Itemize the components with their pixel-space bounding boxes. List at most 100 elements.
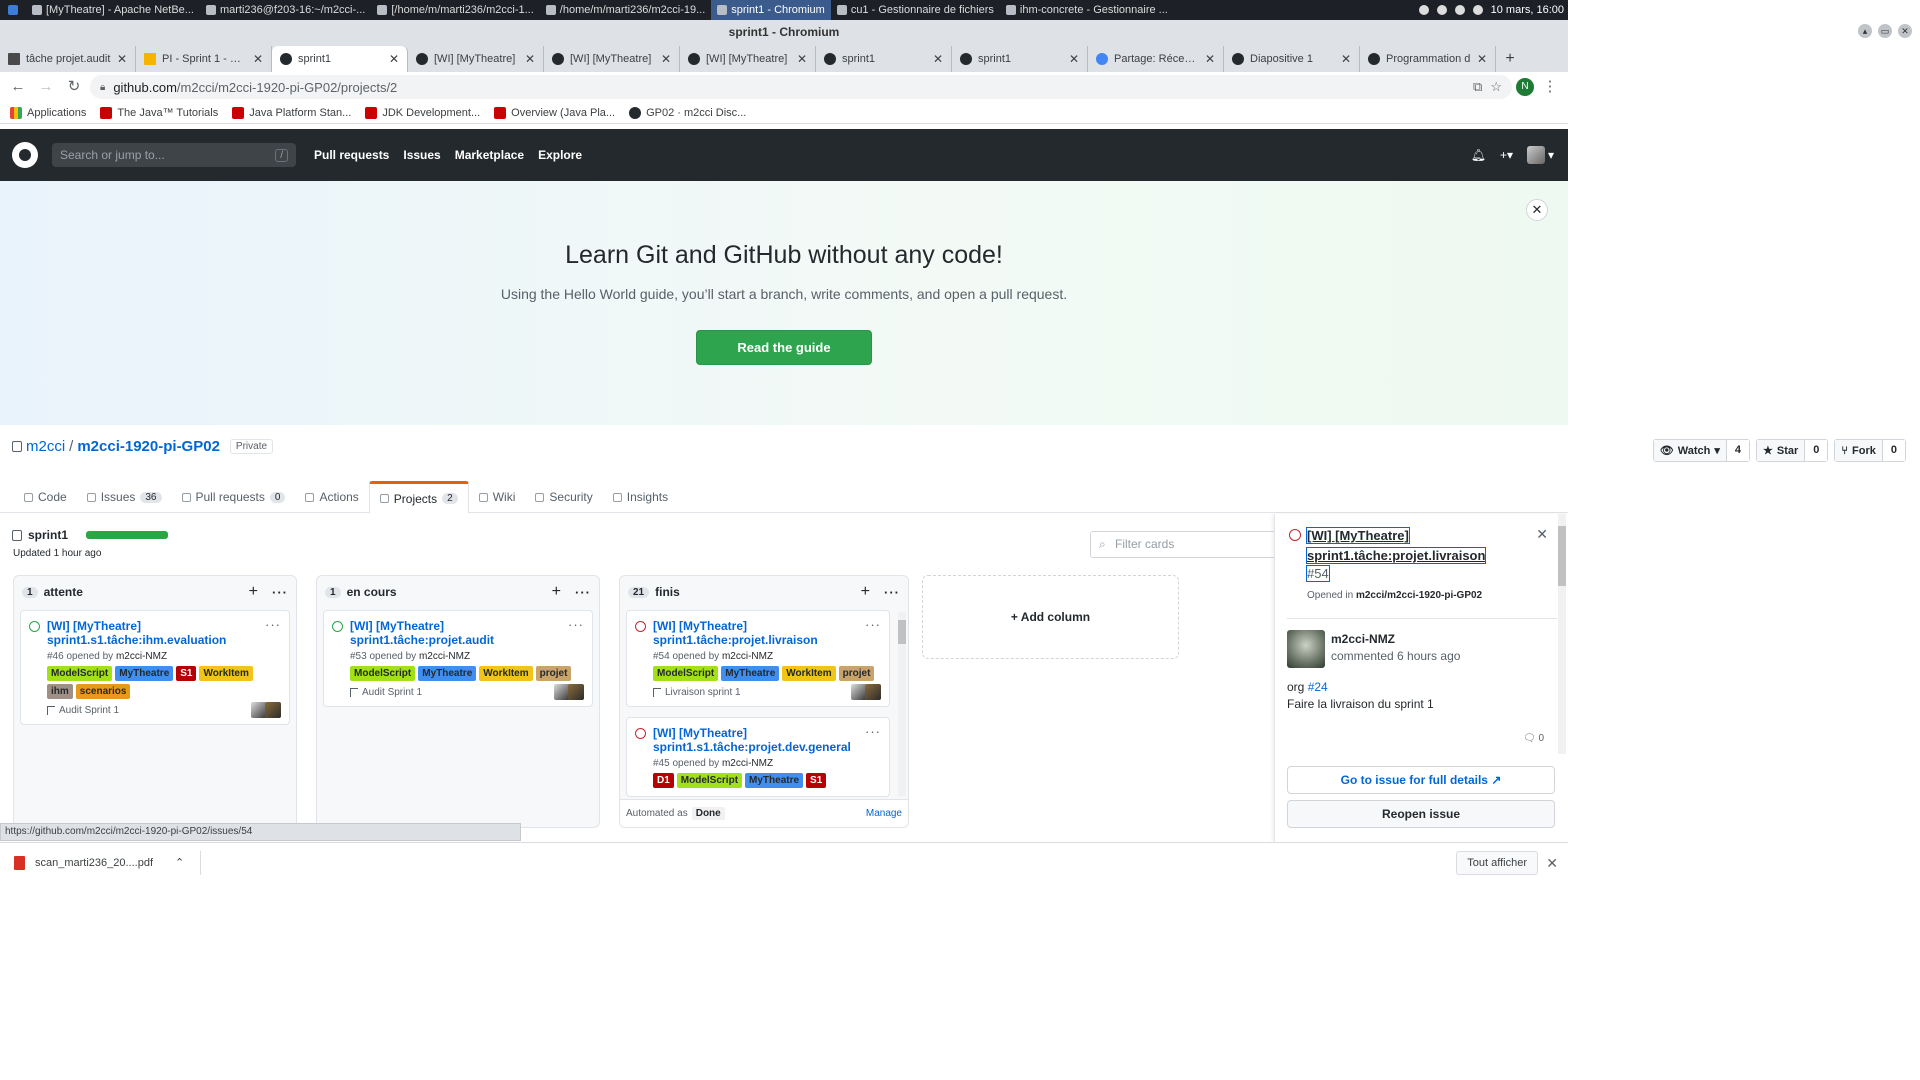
column-menu-icon[interactable]: ··· xyxy=(272,585,288,600)
card-milestone[interactable]: Audit Sprint 1 xyxy=(47,705,281,716)
tab-projects[interactable]: Projects 2 xyxy=(368,481,469,514)
close-tab-icon[interactable]: ✕ xyxy=(117,52,127,66)
label-badge[interactable]: ModelScript xyxy=(676,773,743,788)
maximize-button[interactable]: ▭ xyxy=(1878,24,1892,38)
label-badge[interactable]: WorkItem xyxy=(479,666,533,681)
label-badge[interactable]: WorkItem xyxy=(199,666,253,681)
nav-marketplace[interactable]: Marketplace xyxy=(455,148,524,162)
issue-card[interactable]: [WI] [MyTheatre] sprint1.tâche:projet.li… xyxy=(626,610,890,707)
commenter-avatar[interactable] xyxy=(1287,630,1325,668)
address-bar[interactable]: 🔒︎ github.com/m2cci/m2cci-1920-pi-GP02/p… xyxy=(90,75,1512,99)
clock[interactable]: 10 mars, 16:00 xyxy=(1491,4,1564,16)
tab-issues[interactable]: Issues 36 xyxy=(77,481,172,513)
label-badge[interactable]: MyTheatre xyxy=(115,666,174,681)
back-arrow-icon[interactable]: ← xyxy=(6,75,30,99)
fork-button[interactable]: ⑂ Fork xyxy=(1835,440,1883,461)
label-badge[interactable]: ModelScript xyxy=(350,666,416,681)
new-tab-button[interactable]: + xyxy=(1496,46,1524,72)
card-author-link[interactable]: m2cci-NMZ xyxy=(116,651,167,662)
tab-actions[interactable]: Actions xyxy=(295,481,368,513)
add-card-plus-icon[interactable]: + xyxy=(249,583,258,601)
close-tab-icon[interactable]: ✕ xyxy=(1477,52,1487,66)
issue-card[interactable]: [WI] [MyTheatre] sprint1.tâche:projet.au… xyxy=(323,610,593,707)
label-badge[interactable]: projet xyxy=(838,666,875,681)
label-badge[interactable]: WorkItem xyxy=(782,666,836,681)
browser-tab[interactable]: Partage: Réception ✕ xyxy=(1088,46,1224,72)
card-title-link[interactable]: [WI] [MyTheatre] sprint1.tâche:projet.au… xyxy=(350,619,584,647)
bookmark-item[interactable]: Java Platform Stan... xyxy=(232,106,351,119)
network-icon[interactable] xyxy=(1436,5,1447,15)
label-badge[interactable]: MyTheatre xyxy=(721,666,780,681)
browser-tab[interactable]: sprint1 ✕ xyxy=(816,46,952,72)
commenter-name[interactable]: m2cci-NMZ xyxy=(1331,632,1395,646)
nav-issues[interactable]: Issues xyxy=(403,148,440,162)
reopen-issue-button[interactable]: Reopen issue xyxy=(1287,800,1555,828)
close-tab-icon[interactable]: ✕ xyxy=(1341,52,1351,66)
taskbar-item[interactable]: [MyTheatre] - Apache NetBe... xyxy=(26,0,200,20)
close-tab-icon[interactable]: ✕ xyxy=(661,52,671,66)
chevron-up-icon[interactable]: ⌃ xyxy=(175,850,202,875)
nav-explore[interactable]: Explore xyxy=(538,148,582,162)
taskbar-item[interactable]: cu1 - Gestionnaire de fichiers xyxy=(831,0,1000,20)
notification-icon[interactable] xyxy=(1418,5,1429,15)
close-tab-icon[interactable]: ✕ xyxy=(933,52,943,66)
column-scrollbar[interactable] xyxy=(898,612,906,796)
issue-card[interactable]: [WI] [MyTheatre] sprint1.s1.tâche:projet… xyxy=(626,717,890,797)
search-input[interactable]: Search or jump to... / xyxy=(52,143,296,167)
assignee-avatar[interactable] xyxy=(865,684,881,700)
close-tab-icon[interactable]: ✕ xyxy=(525,52,535,66)
browser-tab[interactable]: [WI] [MyTheatre] ✕ xyxy=(544,46,680,72)
profile-avatar[interactable]: N xyxy=(1516,78,1534,96)
assignee-avatar[interactable] xyxy=(568,684,584,700)
card-milestone[interactable]: Livraison sprint 1 xyxy=(653,687,881,698)
taskbar-item[interactable]: /home/m/marti236/m2cci-19... xyxy=(540,0,712,20)
taskbar-item[interactable]: [/home/m/marti236/m2cci-1... xyxy=(371,0,539,20)
label-badge[interactable]: MyTheatre xyxy=(418,666,477,681)
download-filename[interactable]: scan_marti236_20....pdf xyxy=(35,857,153,869)
tab-security[interactable]: Security xyxy=(525,481,602,513)
minimize-button[interactable]: ▴ xyxy=(1858,24,1872,38)
tab-insights[interactable]: Insights xyxy=(603,481,678,513)
card-milestone[interactable]: Audit Sprint 1 xyxy=(350,687,584,698)
browser-tab[interactable]: [WI] [MyTheatre] ✕ xyxy=(680,46,816,72)
issue-title[interactable]: [WI] [MyTheatre] sprint1.tâche:projet.li… xyxy=(1305,526,1537,566)
card-menu-icon[interactable]: ··· xyxy=(865,617,881,632)
add-card-plus-icon[interactable]: + xyxy=(552,583,561,601)
tab-pull-requests[interactable]: Pull requests 0 xyxy=(172,481,296,513)
read-the-guide-button[interactable]: Read the guide xyxy=(696,330,872,365)
close-tab-icon[interactable]: ✕ xyxy=(389,52,399,66)
bookmark-item[interactable]: GP02 · m2cci Disc... xyxy=(629,106,746,119)
column-menu-icon[interactable]: ··· xyxy=(575,585,591,600)
reload-icon[interactable]: ↻ xyxy=(62,75,86,99)
issue-repo-link[interactable]: m2cci/m2cci-1920-pi-GP02 xyxy=(1356,590,1482,601)
watch-count[interactable]: 4 xyxy=(1726,440,1750,461)
close-tab-icon[interactable]: ✕ xyxy=(797,52,807,66)
card-title-link[interactable]: [WI] [MyTheatre] sprint1.s1.tâche:ihm.ev… xyxy=(47,619,281,647)
card-menu-icon[interactable]: ··· xyxy=(865,724,881,739)
label-badge[interactable]: ModelScript xyxy=(653,666,719,681)
volume-icon[interactable] xyxy=(1472,5,1483,15)
os-menu-icon[interactable] xyxy=(0,0,26,20)
close-icon[interactable]: ✕ xyxy=(1526,199,1548,221)
label-badge[interactable]: projet xyxy=(535,666,572,681)
create-new-plus-icon[interactable]: +▾ xyxy=(1500,148,1513,162)
browser-tab[interactable]: Diapositive 1 ✕ xyxy=(1224,46,1360,72)
issue-card[interactable]: [WI] [MyTheatre] sprint1.s1.tâche:ihm.ev… xyxy=(20,610,290,725)
repo-name-link[interactable]: m2cci-1920-pi-GP02 xyxy=(77,438,220,455)
user-menu[interactable]: ▾ xyxy=(1526,146,1554,164)
bookmark-item[interactable]: The Java™ Tutorials xyxy=(100,106,218,119)
card-title-link[interactable]: [WI] [MyTheatre] sprint1.s1.tâche:projet… xyxy=(653,726,881,754)
nav-pull-requests[interactable]: Pull requests xyxy=(314,148,389,162)
close-tab-icon[interactable]: ✕ xyxy=(253,52,263,66)
close-tab-icon[interactable]: ✕ xyxy=(1205,52,1215,66)
bookmark-item[interactable]: JDK Development... xyxy=(365,106,480,119)
issue-number-link[interactable]: #54 xyxy=(1306,565,1330,582)
card-title-link[interactable]: [WI] [MyTheatre] sprint1.tâche:projet.li… xyxy=(653,619,881,647)
tab-code[interactable]: Code xyxy=(14,481,77,513)
bookmark-item[interactable]: Overview (Java Pla... xyxy=(494,106,615,119)
browser-tab[interactable]: sprint1 ✕ xyxy=(952,46,1088,72)
add-column-button[interactable]: + Add column xyxy=(922,575,1179,659)
card-menu-icon[interactable]: ··· xyxy=(568,617,584,632)
assignee-avatar[interactable] xyxy=(265,702,281,718)
watch-button[interactable]: 👁︎ Watch ▾ xyxy=(1653,440,1727,461)
